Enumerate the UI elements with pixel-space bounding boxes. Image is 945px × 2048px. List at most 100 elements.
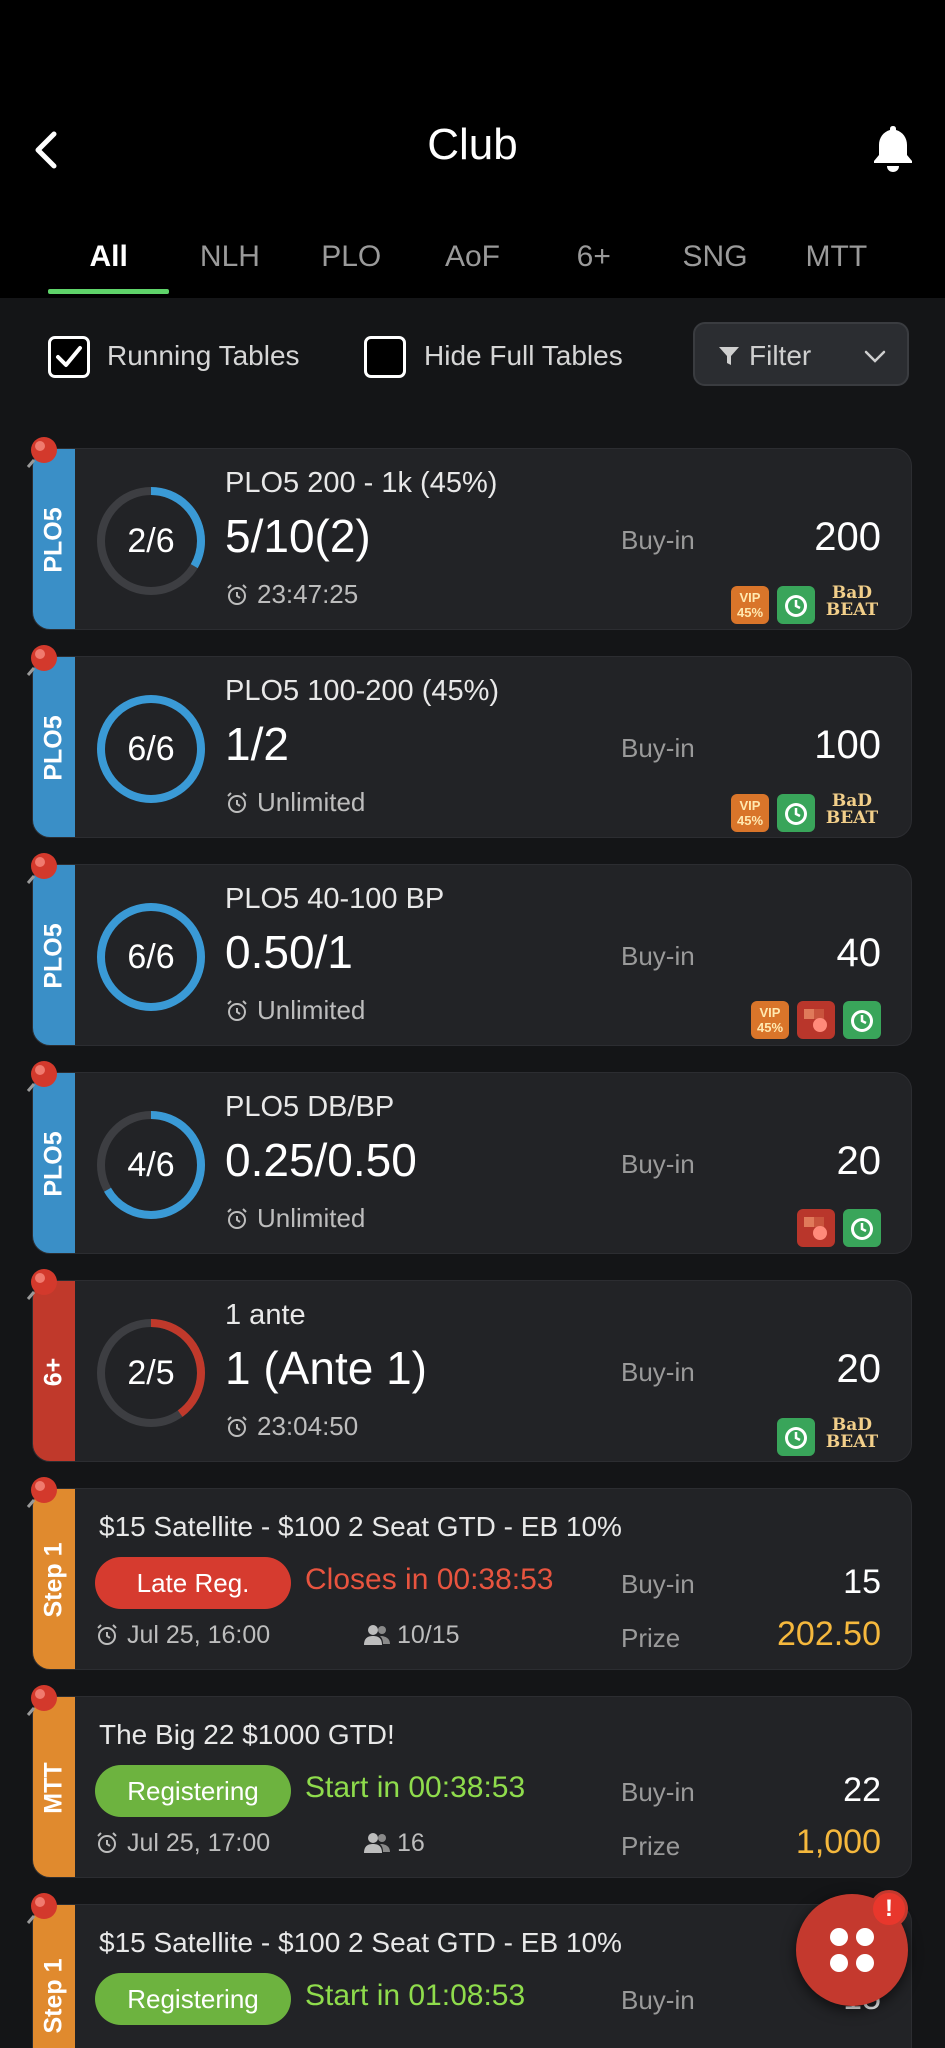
page-title: Club [427, 120, 518, 169]
buyin-value: 22 [843, 1771, 881, 1809]
tournament-name: $15 Satellite - $100 2 Seat GTD - EB 10% [99, 1511, 622, 1542]
card-strip: PLO5 [33, 865, 75, 1045]
table-stakes: 0.25/0.50 [225, 1134, 417, 1186]
seat-count: 6/6 [127, 938, 175, 976]
players-icon [364, 1625, 390, 1645]
tournament-card[interactable]: Step 1 $15 Satellite - $100 2 Seat GTD -… [32, 1488, 912, 1670]
table-timer: Unlimited [225, 1203, 365, 1234]
table-card[interactable]: 6+ 2/5 1 ante 1 (Ante 1) 23:04:50 Buy-in… [32, 1280, 912, 1462]
seat-count: 2/5 [127, 1354, 175, 1392]
tournament-date: Jul 25, 16:00 [95, 1621, 270, 1650]
game-tag: PLO5 [39, 715, 68, 781]
timer-value: Unlimited [257, 995, 366, 1025]
app-header: Club All NLH PLO AoF 6+ SNG MTT [0, 0, 945, 298]
tournament-tag: Step 1 [39, 1542, 68, 1618]
timer-value: 23:47:25 [257, 579, 359, 609]
card-strip: PLO5 [33, 449, 75, 629]
running-tables-label[interactable]: Running Tables [107, 340, 300, 372]
player-count: 16 [363, 1829, 425, 1858]
vip-badge-icon: VIP 45% [751, 1001, 789, 1039]
table-name: PLO5 100-200 (45%) [225, 675, 500, 707]
late-reg-button[interactable]: Late Reg. [95, 1557, 291, 1609]
seat-count: 2/6 [127, 522, 175, 560]
timer-value: Unlimited [257, 1203, 366, 1233]
buyin-label: Buy-in [621, 1149, 695, 1179]
filter-icon [719, 347, 739, 365]
hide-full-tables-label[interactable]: Hide Full Tables [424, 340, 623, 372]
table-name: PLO5 200 - 1k (45%) [225, 467, 498, 499]
card-strip: MTT [33, 1697, 75, 1877]
alarm-clock-icon [227, 792, 247, 813]
registering-button[interactable]: Registering [95, 1973, 291, 2025]
card-strip: PLO5 [33, 1073, 75, 1253]
feature-badges: VIP 45% BaD BEAT [731, 793, 881, 833]
running-tables-checkbox[interactable] [48, 336, 90, 378]
registering-button[interactable]: Registering [95, 1765, 291, 1817]
table-name: PLO5 40-100 BP [225, 883, 445, 915]
tab-6plus[interactable]: 6+ [533, 228, 654, 298]
vip-badge-icon: VIP 45% [731, 794, 769, 832]
buyin-value: 200 [814, 515, 881, 559]
tournament-card[interactable]: MTT The Big 22 $1000 GTD! Registering St… [32, 1696, 912, 1878]
buyin-label: Buy-in [621, 941, 695, 971]
hide-full-tables-checkbox[interactable] [364, 336, 406, 378]
table-card[interactable]: PLO5 6/6 PLO5 40-100 BP 0.50/1 Unlimited… [32, 864, 912, 1046]
table-stakes: 1 (Ante 1) [225, 1342, 427, 1394]
game-tag: 6+ [39, 1357, 68, 1387]
table-name: 1 ante [225, 1299, 306, 1331]
tournament-name: $15 Satellite - $100 2 Seat GTD - EB 10% [99, 1927, 622, 1958]
time-bank-icon [843, 1001, 881, 1039]
fab-notification-badge: ! [870, 1890, 908, 1928]
bad-beat-icon: BaD BEAT [825, 583, 879, 620]
tab-mtt[interactable]: MTT [776, 228, 897, 298]
pin-icon [26, 1477, 57, 1508]
checkmark-icon [56, 346, 82, 367]
game-type-tabs: All NLH PLO AoF 6+ SNG MTT [48, 228, 897, 298]
bomb-pot-icon [797, 1001, 835, 1039]
card-strip: 6+ [33, 1281, 75, 1461]
tab-all[interactable]: All [48, 228, 170, 298]
players-value: 10/15 [397, 1621, 460, 1649]
prize-label: Prize [621, 1623, 681, 1653]
table-card[interactable]: PLO5 2/6 PLO5 200 - 1k (45%) 5/10(2) 23:… [32, 448, 912, 630]
players-icon [364, 1833, 390, 1853]
pin-icon [26, 1269, 57, 1300]
tab-aof[interactable]: AoF [412, 228, 533, 298]
prize-label: Prize [621, 1831, 681, 1861]
pin-icon [26, 853, 57, 884]
status-countdown: Start in 00:38:53 [305, 1771, 526, 1804]
prize-value: 1,000 [795, 1823, 881, 1861]
feature-badges: VIP 45% BaD BEAT [731, 585, 881, 625]
status-countdown: Start in 01:08:53 [305, 1979, 526, 2012]
timer-value: Unlimited [257, 787, 366, 817]
time-bank-icon [777, 586, 815, 624]
alarm-clock-icon [227, 1208, 247, 1229]
alarm-clock-icon [227, 584, 247, 605]
table-card[interactable]: PLO5 4/6 PLO5 DB/BP 0.25/0.50 Unlimited … [32, 1072, 912, 1254]
pin-icon [26, 437, 57, 468]
time-bank-icon [843, 1209, 881, 1247]
alarm-clock-icon [227, 1000, 247, 1021]
bad-beat-icon: BaD BEAT [825, 1415, 879, 1452]
filter-label: Filter [749, 340, 812, 371]
tab-nlh[interactable]: NLH [169, 228, 290, 298]
table-stakes: 1/2 [225, 718, 289, 770]
pin-icon [26, 1061, 57, 1092]
game-tag: PLO5 [39, 1131, 68, 1197]
notification-button[interactable] [869, 120, 917, 176]
tab-plo[interactable]: PLO [291, 228, 412, 298]
buyin-label: Buy-in [621, 1777, 695, 1807]
tournament-card[interactable]: Step 1 $15 Satellite - $100 2 Seat GTD -… [32, 1904, 912, 2048]
buyin-value: 100 [814, 723, 881, 767]
table-timer: 23:04:50 [225, 1411, 358, 1442]
filter-dropdown[interactable]: Filter [693, 322, 909, 386]
table-timer: Unlimited [225, 995, 365, 1026]
alarm-clock-icon [97, 1624, 117, 1645]
card-strip: PLO5 [33, 657, 75, 837]
table-timer: Unlimited [225, 787, 365, 818]
tournament-name: The Big 22 $1000 GTD! [99, 1719, 395, 1750]
table-card[interactable]: PLO5 6/6 PLO5 100-200 (45%) 1/2 Unlimite… [32, 656, 912, 838]
tournament-date: Jul 25, 17:00 [95, 1829, 270, 1858]
pin-icon [26, 1685, 57, 1716]
tab-sng[interactable]: SNG [654, 228, 775, 298]
